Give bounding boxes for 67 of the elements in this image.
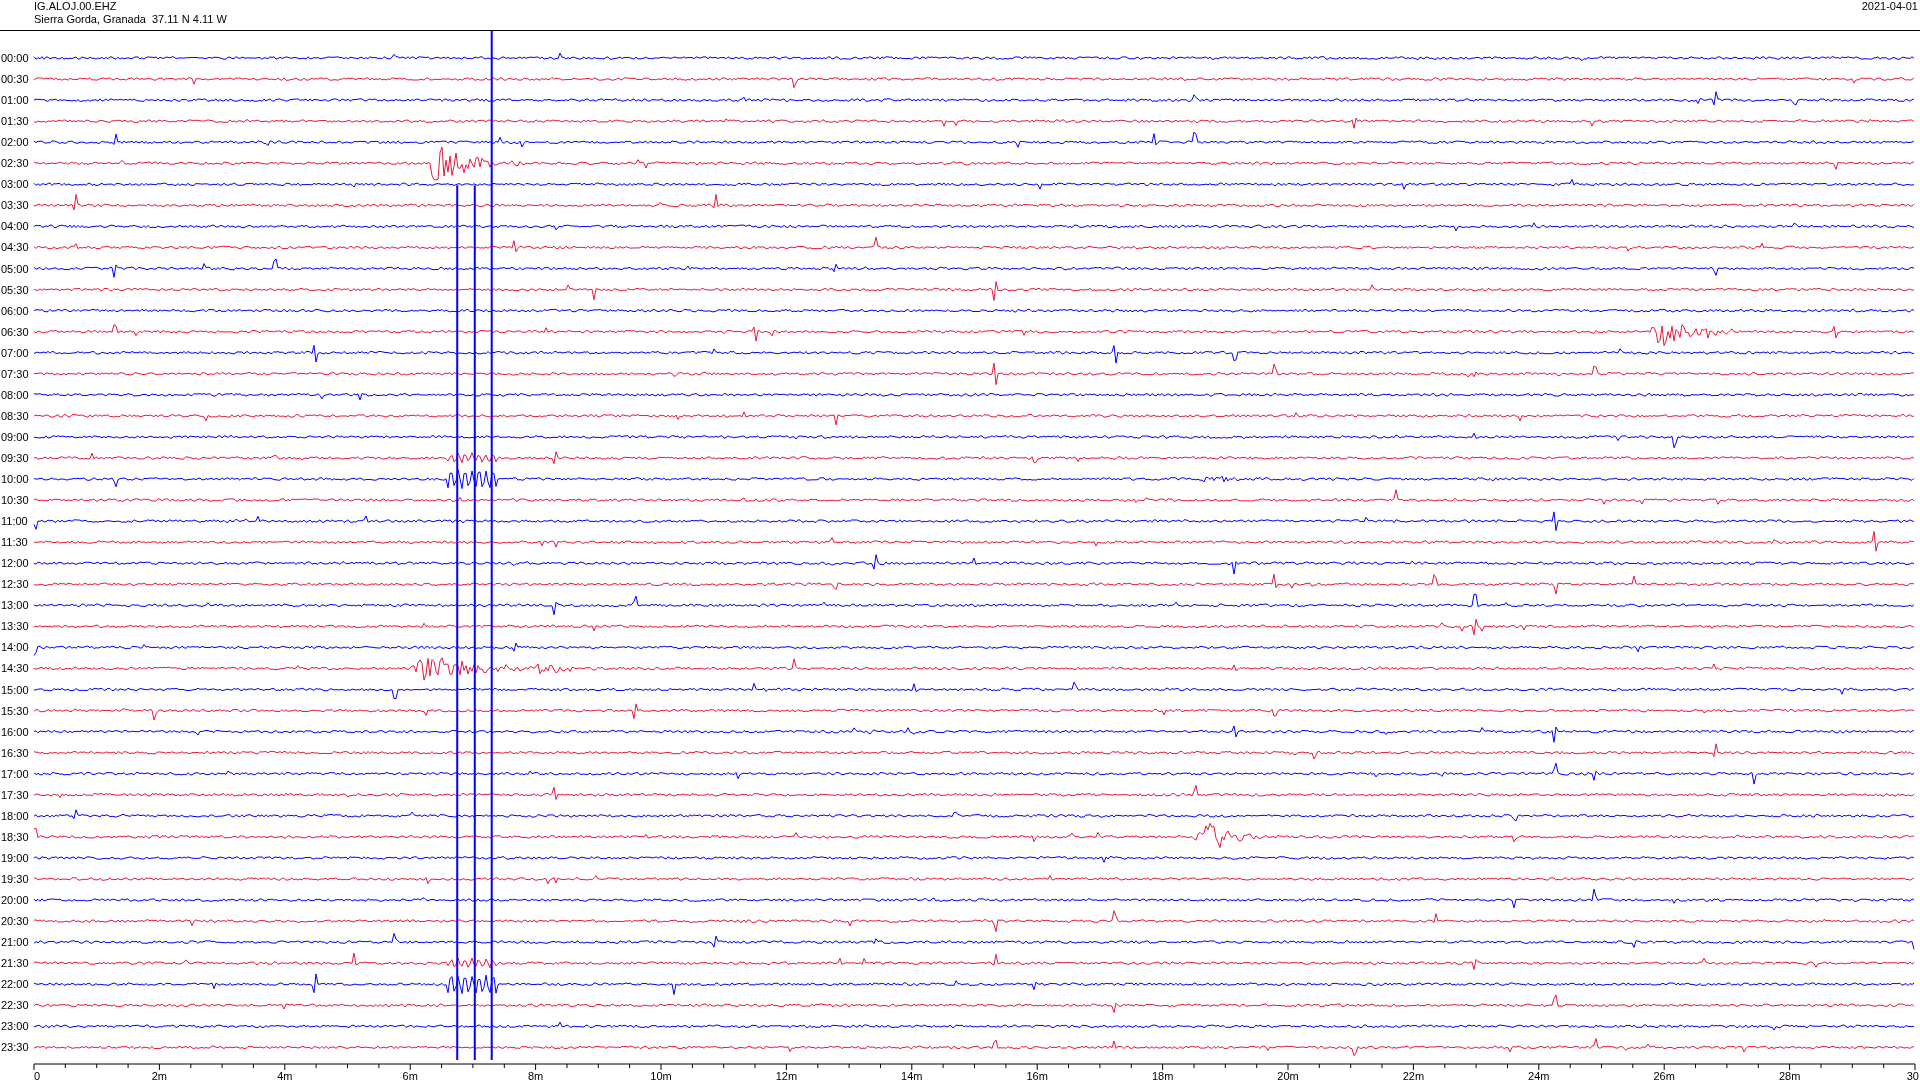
time-label: 01:30 [1,115,29,128]
axis-label: 10m [650,1070,672,1080]
time-label: 07:00 [1,346,29,359]
time-label: 21:00 [1,936,29,949]
axis-label: 18m [1151,1070,1174,1080]
time-label: 00:00 [1,52,29,64]
date-label: 2021-04-01 [1861,0,1918,13]
time-label: 09:00 [1,430,29,443]
time-label: 06:30 [1,325,29,338]
station-code: IG.ALOJ.00.EHZ [34,0,118,13]
time-label: 21:30 [1,957,29,970]
axis-label: 20m [1277,1070,1299,1080]
axis-label: 30 [1906,1070,1919,1080]
time-label: 10:30 [1,494,29,507]
time-label: 04:30 [1,241,29,254]
time-label: 09:30 [1,451,29,464]
time-label: 22:30 [1,999,29,1012]
time-label: 18:30 [1,830,29,843]
time-label: 20:00 [1,894,29,906]
axis-label: 8m [527,1070,544,1080]
time-label: 08:30 [1,409,29,422]
time-label: 12:30 [1,578,29,591]
axis-label: 0 [34,1070,41,1080]
time-label: 05:30 [1,283,29,296]
axis-label: 2m [151,1070,168,1080]
time-label: 02:30 [1,157,29,170]
time-label: 15:30 [1,704,29,717]
time-label: 19:00 [1,851,29,864]
axis-label: 24m [1528,1070,1550,1080]
time-label: 18:00 [1,809,29,822]
axis-label: 22m [1402,1070,1425,1080]
time-label: 08:00 [1,388,29,401]
time-label: 16:30 [1,746,29,759]
time-label: 23:30 [1,1041,29,1054]
time-label: 17:00 [1,767,29,780]
time-label: 10:00 [1,473,29,485]
axis-label: 14m [901,1070,923,1080]
time-label: 07:30 [1,367,29,380]
time-label: 14:30 [1,662,29,675]
time-label: 03:30 [1,199,29,212]
axis-label: 28m [1778,1070,1801,1080]
time-label: 11:30 [1,536,28,549]
time-label: 06:00 [1,304,29,317]
station-location: Sierra Gorda, Granada 37.11 N 4.11 W [34,13,227,26]
time-label: 13:30 [1,620,29,633]
time-label: 22:00 [1,978,29,991]
time-label: 11:00 [1,515,28,528]
time-label: 00:30 [1,73,29,86]
axis-label: 4m [277,1070,293,1080]
time-label: 12:00 [1,557,29,570]
time-label: 15:00 [1,683,29,696]
time-label: 14:00 [1,641,29,654]
time-label: 17:30 [1,788,29,801]
axis-label: 12m [775,1070,798,1080]
time-label: 16:00 [1,725,29,738]
time-label: 02:00 [1,136,29,149]
time-label: 01:00 [1,94,29,107]
time-label: 19:30 [1,872,29,885]
time-label: 13:00 [1,599,29,612]
axis-label: 6m [402,1070,418,1080]
axis-label: 16m [1026,1070,1048,1080]
time-label: 03:00 [1,178,29,191]
axis-label: 26m [1653,1070,1675,1080]
time-label: 05:00 [1,262,29,275]
time-label: 20:30 [1,915,29,928]
time-label: 04:00 [1,220,29,233]
time-label: 23:00 [1,1020,29,1033]
